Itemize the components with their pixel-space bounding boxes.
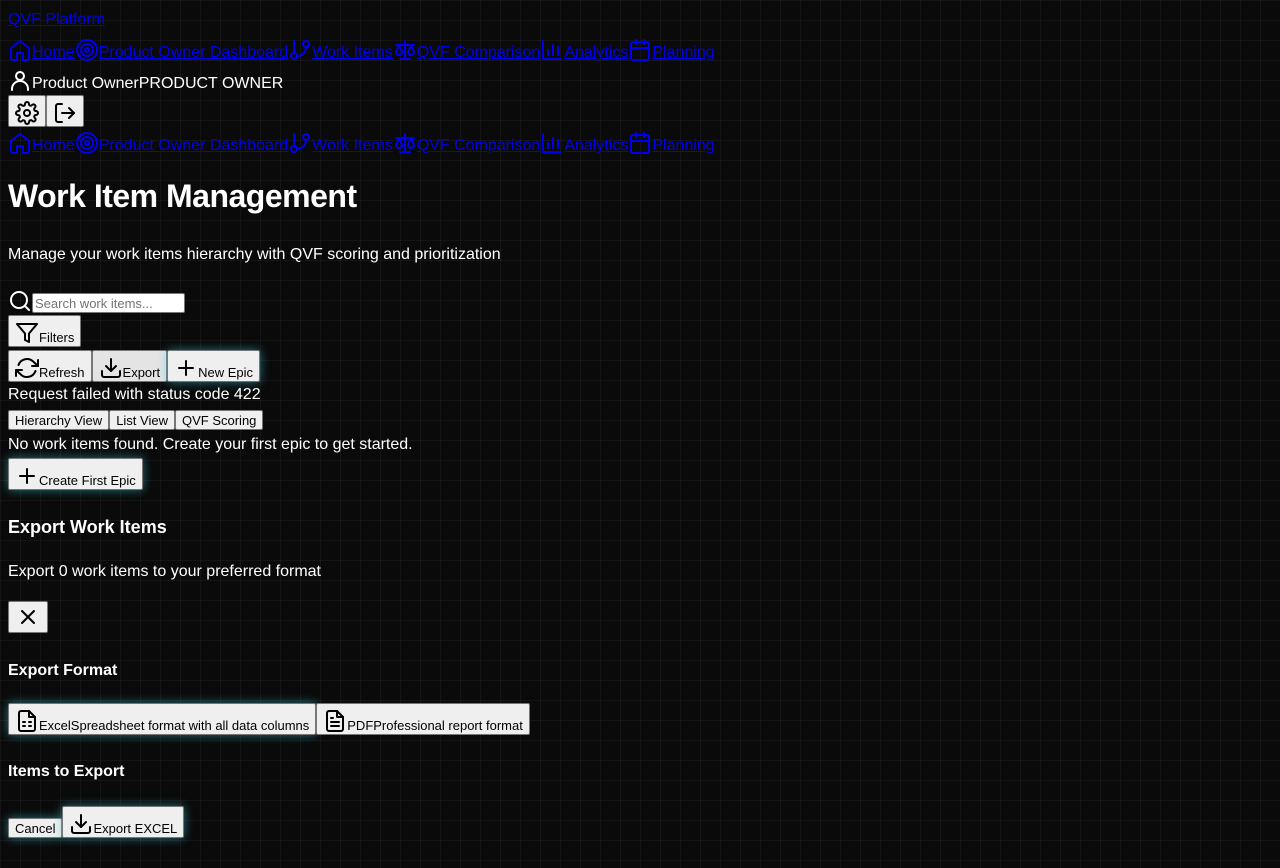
tab-list-view[interactable]: List View: [109, 410, 175, 430]
nav-planning[interactable]: Planning: [628, 38, 715, 62]
nav-qvf-comparison[interactable]: QVF Comparison: [393, 38, 541, 62]
format-option-pdf[interactable]: PDF Professional report format: [316, 703, 530, 735]
error-message: Request failed with status code 422: [8, 386, 261, 403]
user-role: PRODUCT OWNER: [138, 75, 284, 92]
target-icon: [75, 39, 98, 61]
home-icon: [10, 40, 30, 61]
download-icon: [71, 814, 92, 834]
nav-label: Product Owner Dashboard: [98, 44, 289, 61]
bar-chart-icon: [542, 133, 563, 153]
spreadsheet-file-icon: [18, 710, 36, 732]
gear-icon: [15, 101, 39, 125]
logout-button[interactable]: [46, 95, 84, 127]
export-confirm-label: Export EXCEL: [93, 821, 178, 836]
export-format-heading: Export Format: [8, 662, 118, 679]
export-dialog-actions: Cancel Export EXCEL: [8, 806, 1272, 838]
search-input[interactable]: [32, 293, 185, 313]
brand-link[interactable]: QVF Platform: [8, 8, 1272, 32]
page-title: Work Item Management: [8, 178, 357, 214]
user-info: Product Owner PRODUCT OWNER: [8, 67, 1272, 93]
export-dialog-description: Export 0 work items to your preferred fo…: [8, 563, 321, 580]
nav-label: Analytics: [564, 137, 629, 154]
document-file-icon: [326, 710, 345, 732]
nav-label: QVF Comparison: [416, 44, 541, 61]
items-to-export-heading: Items to Export: [8, 763, 125, 780]
refresh-button[interactable]: Refresh: [8, 350, 92, 382]
search-bar: [8, 285, 1272, 313]
filters-label: Filters: [39, 330, 75, 345]
cancel-button[interactable]: Cancel: [8, 818, 63, 838]
logout-icon: [55, 103, 75, 123]
refresh-label: Refresh: [39, 365, 85, 380]
git-branch-icon: [290, 133, 311, 153]
nav-analytics[interactable]: Analytics: [540, 131, 628, 155]
top-nav: Home Product Owner Dashboard Work Items …: [8, 36, 1272, 62]
nav-label: Work Items: [312, 137, 393, 154]
create-first-epic-label: Create First Epic: [39, 473, 136, 488]
target-icon: [75, 132, 98, 154]
user-name: Product Owner: [32, 75, 139, 92]
calendar-icon: [630, 39, 651, 61]
scale-icon: [394, 133, 415, 153]
format-name: Excel: [39, 718, 71, 733]
refresh-icon: [15, 358, 39, 378]
nav-label: Home: [32, 44, 75, 61]
nav-label: Planning: [652, 137, 715, 154]
empty-state-message: No work items found. Create your first e…: [8, 436, 413, 453]
nav-work-items[interactable]: Work Items: [288, 131, 393, 155]
export-button[interactable]: Export: [91, 350, 168, 382]
settings-button[interactable]: [8, 95, 46, 127]
secondary-nav: Home Product Owner Dashboard Work Items …: [8, 129, 1272, 155]
plus-icon: [19, 468, 35, 484]
close-icon: [21, 610, 35, 624]
tab-qvf-scoring[interactable]: QVF Scoring: [174, 410, 264, 430]
export-confirm-button[interactable]: Export EXCEL: [62, 806, 185, 838]
format-description: Spreadsheet format with all data columns: [70, 718, 310, 733]
export-format-options: Excel Spreadsheet format with all data co…: [8, 703, 1272, 735]
page-subtitle: Manage your work items hierarchy with QV…: [8, 246, 501, 263]
scale-icon: [394, 40, 415, 60]
create-first-epic-button[interactable]: Create First Epic: [8, 458, 143, 490]
export-label: Export: [122, 365, 161, 380]
user-icon: [11, 71, 29, 91]
nav-label: Home: [32, 137, 75, 154]
nav-home[interactable]: Home: [8, 38, 75, 62]
filters-button[interactable]: Filters: [8, 315, 82, 347]
nav-analytics[interactable]: Analytics: [540, 38, 628, 62]
new-epic-button[interactable]: New Epic: [167, 350, 261, 382]
calendar-icon: [630, 132, 651, 154]
nav-label: Planning: [652, 44, 715, 61]
tab-hierarchy-view[interactable]: Hierarchy View: [8, 410, 110, 430]
user-actions: [8, 95, 1272, 127]
close-button[interactable]: [8, 601, 48, 633]
nav-work-items[interactable]: Work Items: [288, 38, 393, 62]
search-icon: [10, 291, 30, 311]
export-dialog-title: Export Work Items: [8, 517, 167, 537]
nav-label: Analytics: [564, 44, 629, 61]
format-option-excel[interactable]: Excel Spreadsheet format with all data co…: [8, 703, 317, 735]
bar-chart-icon: [542, 40, 563, 60]
format-name: PDF: [347, 718, 374, 733]
view-tabs: Hierarchy View List View QVF Scoring: [8, 410, 1272, 430]
nav-planning[interactable]: Planning: [628, 131, 715, 155]
nav-home[interactable]: Home: [8, 131, 75, 155]
format-description: Professional report format: [373, 718, 523, 733]
nav-qvf-comparison[interactable]: QVF Comparison: [393, 131, 541, 155]
new-epic-label: New Epic: [198, 365, 254, 380]
nav-product-owner-dashboard[interactable]: Product Owner Dashboard: [75, 131, 288, 155]
app-root: QVF Platform Home Product Owner Dashboar…: [0, 0, 1280, 846]
nav-label: Product Owner Dashboard: [98, 137, 289, 154]
filter-icon: [16, 323, 38, 343]
git-branch-icon: [290, 40, 311, 60]
nav-label: QVF Comparison: [416, 137, 541, 154]
download-icon: [100, 358, 121, 378]
home-icon: [10, 133, 30, 154]
export-dialog: Export Work Items Export 0 work items to…: [8, 516, 1272, 838]
plus-icon: [178, 360, 195, 376]
nav-product-owner-dashboard[interactable]: Product Owner Dashboard: [75, 38, 288, 62]
nav-label: Work Items: [312, 44, 393, 61]
